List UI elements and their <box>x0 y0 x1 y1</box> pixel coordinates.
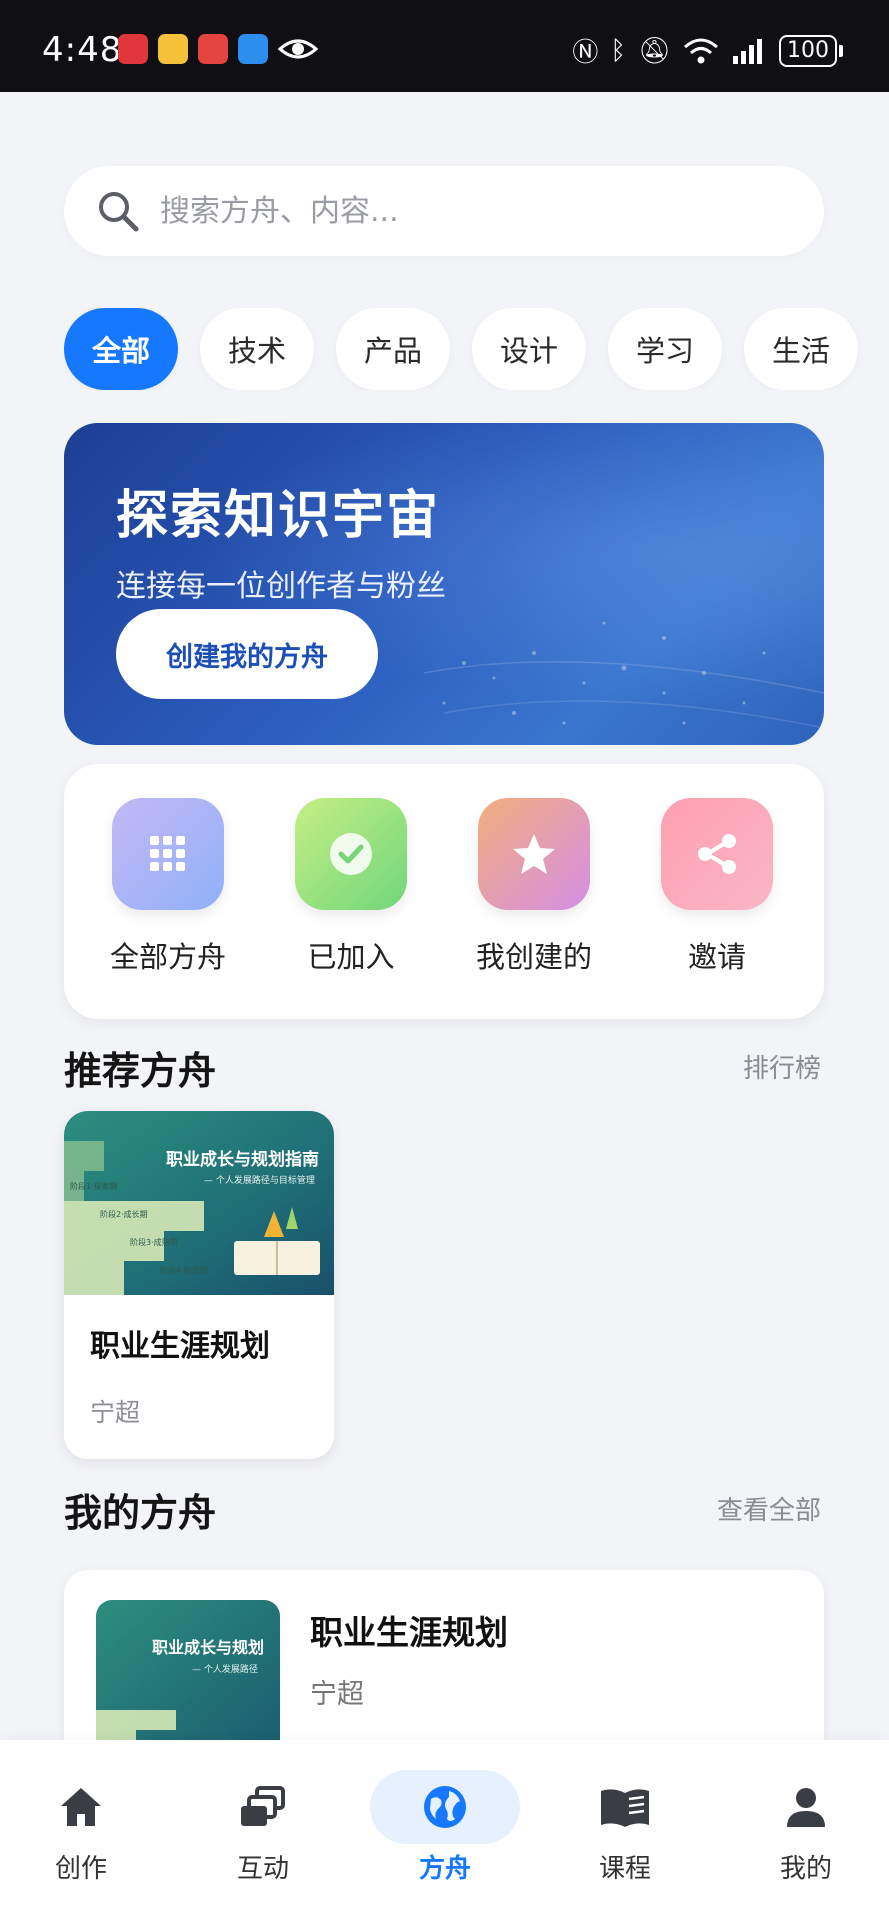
quick-action-joined[interactable]: 已加入 <box>271 798 431 976</box>
recommend-title: 推荐方舟 <box>64 1049 217 1093</box>
bottom-nav: 创作 互动 方舟 课程 我的 <box>0 1740 889 1920</box>
chip-life[interactable]: 生活 <box>744 308 858 390</box>
person-icon <box>787 1788 825 1827</box>
wifi-icon <box>684 38 718 63</box>
nav-create[interactable]: 创作 <box>6 1770 156 1890</box>
my-ark-title: 职业生涯规划 <box>310 1613 508 1652</box>
status-time: 4:48 <box>42 30 123 70</box>
share-icon <box>661 798 773 910</box>
quick-actions: 全部方舟 已加入 我创建的 邀请 <box>64 764 824 1019</box>
nav-label: 创作 <box>54 1854 107 1884</box>
nav-course[interactable]: 课程 <box>550 1770 700 1890</box>
chip-tech[interactable]: 技术 <box>200 308 314 390</box>
quick-action-all-arks[interactable]: 全部方舟 <box>88 798 248 976</box>
nav-interact[interactable]: 互动 <box>188 1770 338 1890</box>
chip-design[interactable]: 设计 <box>472 308 586 390</box>
status-bar: 4:48 Ⓝ ᛒ 🔕︎ 100 <box>0 0 889 92</box>
category-chips: 全部 技术 产品 设计 学习 生活 <box>64 308 889 390</box>
book-icon <box>601 1789 649 1827</box>
stack-icon <box>241 1786 285 1826</box>
battery-level: 100 <box>779 34 837 67</box>
my-ark-author: 宁超 <box>310 1679 364 1710</box>
nav-label: 互动 <box>236 1854 289 1884</box>
card-thumbnail: 职业成长与规划指南 — 个人发展路径与目标管理 阶段1·探索期 阶段2·成长期 … <box>64 1111 334 1295</box>
app-notification-icon <box>198 34 228 64</box>
nav-me[interactable]: 我的 <box>731 1770 881 1890</box>
thumbnail-step: 阶段4·稳定期 <box>160 1266 208 1275</box>
thumbnail-subtitle: — 个人发展路径 <box>192 1665 258 1675</box>
chip-study[interactable]: 学习 <box>608 308 722 390</box>
quick-action-invite[interactable]: 邀请 <box>637 798 797 976</box>
search-icon <box>99 192 139 232</box>
card-title: 职业生涯规划 <box>90 1329 270 1364</box>
system-icons: Ⓝ ᛒ 🔕︎ 100 <box>572 32 843 69</box>
check-icon <box>295 798 407 910</box>
thumbnail-title: 职业成长与规划 <box>152 1638 265 1657</box>
hero-banner: 探索知识宇宙 连接每一位创作者与粉丝 创建我的方舟 <box>64 423 824 745</box>
nav-label: 方舟 <box>418 1854 471 1884</box>
card-author: 宁超 <box>90 1398 141 1427</box>
thumbnail-title: 职业成长与规划指南 <box>166 1150 319 1170</box>
quick-action-label: 我创建的 <box>475 940 592 974</box>
thumbnail-step: 阶段1·探索期 <box>70 1182 118 1191</box>
thumbnail-step: 阶段3·成熟期 <box>130 1238 178 1247</box>
quick-action-label: 全部方舟 <box>109 940 226 974</box>
nav-ark[interactable]: 方舟 <box>370 1770 520 1890</box>
mute-bell-icon: 🔕︎ <box>637 35 671 66</box>
quick-action-created[interactable]: 我创建的 <box>454 798 614 976</box>
quick-action-label: 邀请 <box>687 940 746 974</box>
my-arks-title: 我的方舟 <box>64 1491 217 1535</box>
my-ark-thumbnail: 职业成长与规划 — 个人发展路径 <box>96 1600 280 1760</box>
ranking-link[interactable]: 排行榜 <box>743 1048 821 1085</box>
bluetooth-icon: ᛒ <box>610 35 626 66</box>
battery-icon: 100 <box>779 34 843 67</box>
chip-product[interactable]: 产品 <box>336 308 450 390</box>
thumbnail-subtitle: — 个人发展路径与目标管理 <box>204 1176 315 1186</box>
globe-icon <box>424 1786 466 1828</box>
weibo-icon <box>158 34 188 64</box>
view-all-link[interactable]: 查看全部 <box>717 1490 821 1527</box>
nav-label: 课程 <box>598 1854 651 1884</box>
notification-icons <box>118 34 318 64</box>
grid-icon <box>112 798 224 910</box>
search-bar[interactable] <box>64 166 824 256</box>
signal-icon <box>733 38 762 64</box>
app-notification-icon <box>118 34 148 64</box>
eye-icon <box>278 39 318 59</box>
recommend-card[interactable]: 职业成长与规划指南 — 个人发展路径与目标管理 阶段1·探索期 阶段2·成长期 … <box>64 1111 334 1459</box>
cloud-icon <box>238 34 268 64</box>
create-ark-button[interactable]: 创建我的方舟 <box>116 609 378 699</box>
nfc-icon: Ⓝ <box>572 38 599 68</box>
nav-label: 我的 <box>779 1854 832 1884</box>
banner-title: 探索知识宇宙 <box>116 486 441 546</box>
banner-subtitle: 连接每一位创作者与粉丝 <box>116 569 446 604</box>
search-input[interactable] <box>160 193 760 229</box>
thumbnail-step: 阶段2·成长期 <box>100 1210 148 1219</box>
quick-action-label: 已加入 <box>307 940 395 974</box>
chip-all[interactable]: 全部 <box>64 308 178 390</box>
home-icon <box>61 1788 101 1826</box>
star-icon <box>478 798 590 910</box>
